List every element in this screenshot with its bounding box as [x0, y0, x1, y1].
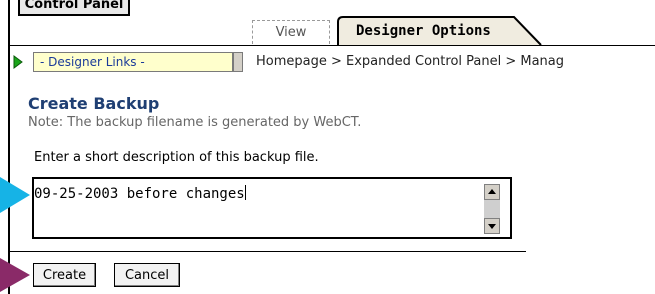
- arrow-right-icon[interactable]: [13, 55, 23, 69]
- pointer-arrow-icon: [0, 258, 30, 292]
- tab-baseline: [8, 45, 655, 46]
- create-button[interactable]: Create: [33, 263, 96, 287]
- tab-designer-options[interactable]: Designer Options: [336, 16, 542, 46]
- description-textarea[interactable]: 09-25-2003 before changes: [32, 177, 512, 239]
- breadcrumb: Homepage > Expanded Control Panel > Mana…: [256, 54, 565, 69]
- scroll-track[interactable]: [484, 200, 500, 218]
- cancel-button[interactable]: Cancel: [114, 263, 180, 287]
- textarea-scrollbar[interactable]: [484, 184, 500, 234]
- backup-note: Note: The backup filename is generated b…: [28, 115, 362, 130]
- designer-links-select[interactable]: - Designer Links -: [33, 52, 233, 72]
- form-divider: [10, 251, 526, 252]
- designer-links-dropdown-button[interactable]: [233, 52, 243, 72]
- tab-view[interactable]: View: [252, 20, 330, 44]
- text-cursor: [244, 185, 246, 200]
- scroll-down-icon[interactable]: [484, 218, 500, 234]
- scroll-up-icon[interactable]: [484, 184, 500, 200]
- tab-designer-options-label: Designer Options: [356, 23, 491, 39]
- page-title: Create Backup: [28, 94, 160, 113]
- control-panel-button[interactable]: Control Panel: [18, 0, 130, 16]
- description-value: 09-25-2003 before changes: [34, 186, 245, 202]
- description-label: Enter a short description of this backup…: [34, 150, 319, 165]
- pointer-arrow-icon: [0, 177, 30, 213]
